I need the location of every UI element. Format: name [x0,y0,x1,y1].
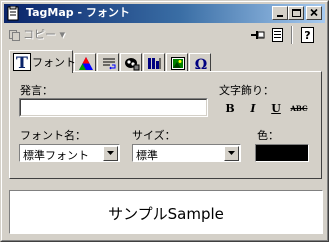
image-icon [171,57,185,70]
color-swatch[interactable] [255,144,309,162]
chevron-down-icon [107,151,114,155]
decoration-label: 文字飾り： [219,84,274,97]
color-label: 色： [257,129,279,142]
window-title: TagMap - フォント [26,6,130,19]
italic-button[interactable]: I [244,101,262,117]
copy-icon [9,29,20,41]
maximize-icon [292,9,301,17]
copy-button[interactable]: コピー ▾ [8,27,65,43]
close-icon [310,8,318,17]
tagmap-window: TagMap - フォント コピー ▾ ? T フォント Ω 発言： 文字飾り：… [0,0,329,242]
tree-icon [125,58,140,71]
sample-text: サンプルSample [108,205,224,223]
svg-text:T: T [16,53,28,71]
margin-icon [148,58,161,69]
size-label: サイズ： [132,129,176,142]
app-icon [7,6,19,21]
font-name-value: 標準フォント [23,149,89,162]
help-icon[interactable]: ? [299,27,317,43]
font-T-icon: T [13,53,31,71]
strikethrough-button[interactable]: ABC [289,101,309,117]
toolbar: コピー ▾ ? [5,24,324,46]
minimize-icon [277,15,283,17]
font-name-select[interactable]: 標準フォント [19,144,120,162]
document-icon[interactable] [269,27,287,43]
font-name-label: フォント名： [20,129,86,142]
tab-symbol[interactable]: Ω [189,53,211,72]
size-value: 標準 [136,149,158,162]
close-button[interactable] [306,6,322,20]
copy-label: コピー [23,28,56,41]
chevron-down-icon [228,151,235,155]
underline-button[interactable]: U [267,101,285,117]
svg-text:Ω: Ω [195,57,207,71]
size-dropdown-button[interactable] [224,146,239,161]
tab-image[interactable] [166,53,188,72]
sample-preview: サンプルSample [9,190,323,234]
size-select[interactable]: 標準 [132,144,241,162]
svg-text:?: ? [304,29,310,42]
color-triangle-icon [79,57,93,70]
speech-label: 発言： [20,84,53,97]
font-name-dropdown-button[interactable] [103,146,118,161]
bold-button[interactable]: B [221,101,239,117]
minimize-button[interactable] [272,6,288,20]
maximize-button[interactable] [288,6,304,20]
tab-margin[interactable] [143,53,165,72]
paragraph-icon [103,58,116,70]
tab-font[interactable]: T フォント [9,50,76,73]
speech-input[interactable] [19,98,208,117]
tab-tree[interactable] [120,53,142,72]
tab-color[interactable] [74,53,96,72]
title-bar[interactable]: TagMap - フォント [4,4,325,23]
copy-dropdown-arrow[interactable]: ▾ [60,28,66,41]
tab-paragraph[interactable] [97,53,119,72]
pin-icon[interactable] [249,27,267,43]
tab-font-label: フォント [32,56,76,69]
toolbar-separator [291,26,293,44]
omega-icon: Ω [195,57,207,71]
